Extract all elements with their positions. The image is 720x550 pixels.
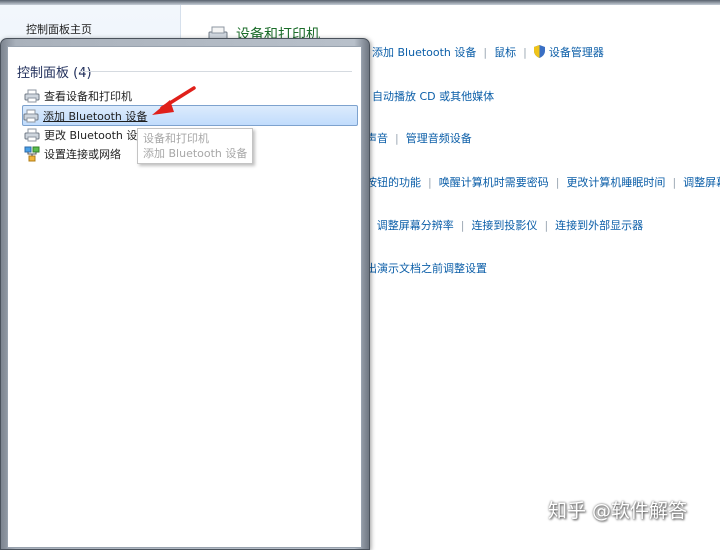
watermark: 知乎 @软件解答 [548, 500, 688, 522]
external-display-link[interactable]: 连接到外部显示器 [555, 219, 643, 232]
search-results-panel: 控制面板 (4) 查看设备和打印机 添加 Bluetooth 设备 更改 Blu… [7, 46, 362, 548]
presentation-settings-link[interactable]: 出演示文档之前调整设置 [366, 262, 487, 275]
shield-icon [533, 45, 545, 58]
result-item-label: 设置连接或网络 [44, 147, 121, 161]
result-item-label: 添加 Bluetooth 设备 [43, 109, 148, 123]
sound-row: 声音 | 管理音频设备 [366, 132, 472, 145]
network-icon [24, 146, 40, 162]
tooltip-line-2: 添加 Bluetooth 设备 [143, 147, 248, 160]
autoplay-row: 自动播放 CD 或其他媒体 [372, 88, 494, 104]
manage-audio-devices-link[interactable]: 管理音频设备 [406, 132, 472, 145]
result-item-label: 更改 Bluetooth 设置 [44, 128, 149, 142]
item-tooltip: 设备和打印机 添加 Bluetooth 设备 [137, 128, 254, 164]
mouse-link[interactable]: 鼠标 [494, 46, 516, 59]
sleep-time-link[interactable]: 更改计算机睡眠时间 [566, 176, 665, 189]
printer-icon [24, 127, 40, 143]
add-bluetooth-link[interactable]: 添加 Bluetooth 设备 [372, 46, 476, 59]
printer-icon [23, 108, 39, 124]
adjust-screen-link[interactable]: 调整屏幕 [683, 176, 720, 189]
presentation-row: 出演示文档之前调整设置 [366, 260, 487, 276]
tooltip-line-1: 设备和打印机 [143, 132, 209, 145]
red-arrow-annotation [152, 86, 196, 115]
power-buttons-link[interactable]: 按钮的功能 [366, 176, 421, 189]
power-row: 按钮的功能|唤醒计算机时需要密码|更改计算机睡眠时间|调整屏幕 [366, 174, 720, 190]
result-item-label: 查看设备和打印机 [44, 89, 132, 103]
screen-resolution-link[interactable]: 调整屏幕分辨率 [377, 219, 454, 232]
device-manager-link[interactable]: 设备管理器 [549, 46, 604, 59]
control-panel-home-link[interactable]: 控制面板主页 [26, 21, 92, 37]
devices-task-row: 添加 Bluetooth 设备 | 鼠标 | 设备管理器 [372, 45, 604, 59]
printer-icon [24, 88, 40, 104]
connect-projector-link[interactable]: 连接到投影仪 [471, 219, 537, 232]
wake-password-link[interactable]: 唤醒计算机时需要密码 [439, 176, 549, 189]
autoplay-link[interactable]: 自动播放 CD 或其他媒体 [372, 90, 494, 103]
display-row: |调整屏幕分辨率|连接到投影仪|连接到外部显示器 [366, 219, 644, 232]
header-divider [80, 71, 352, 72]
